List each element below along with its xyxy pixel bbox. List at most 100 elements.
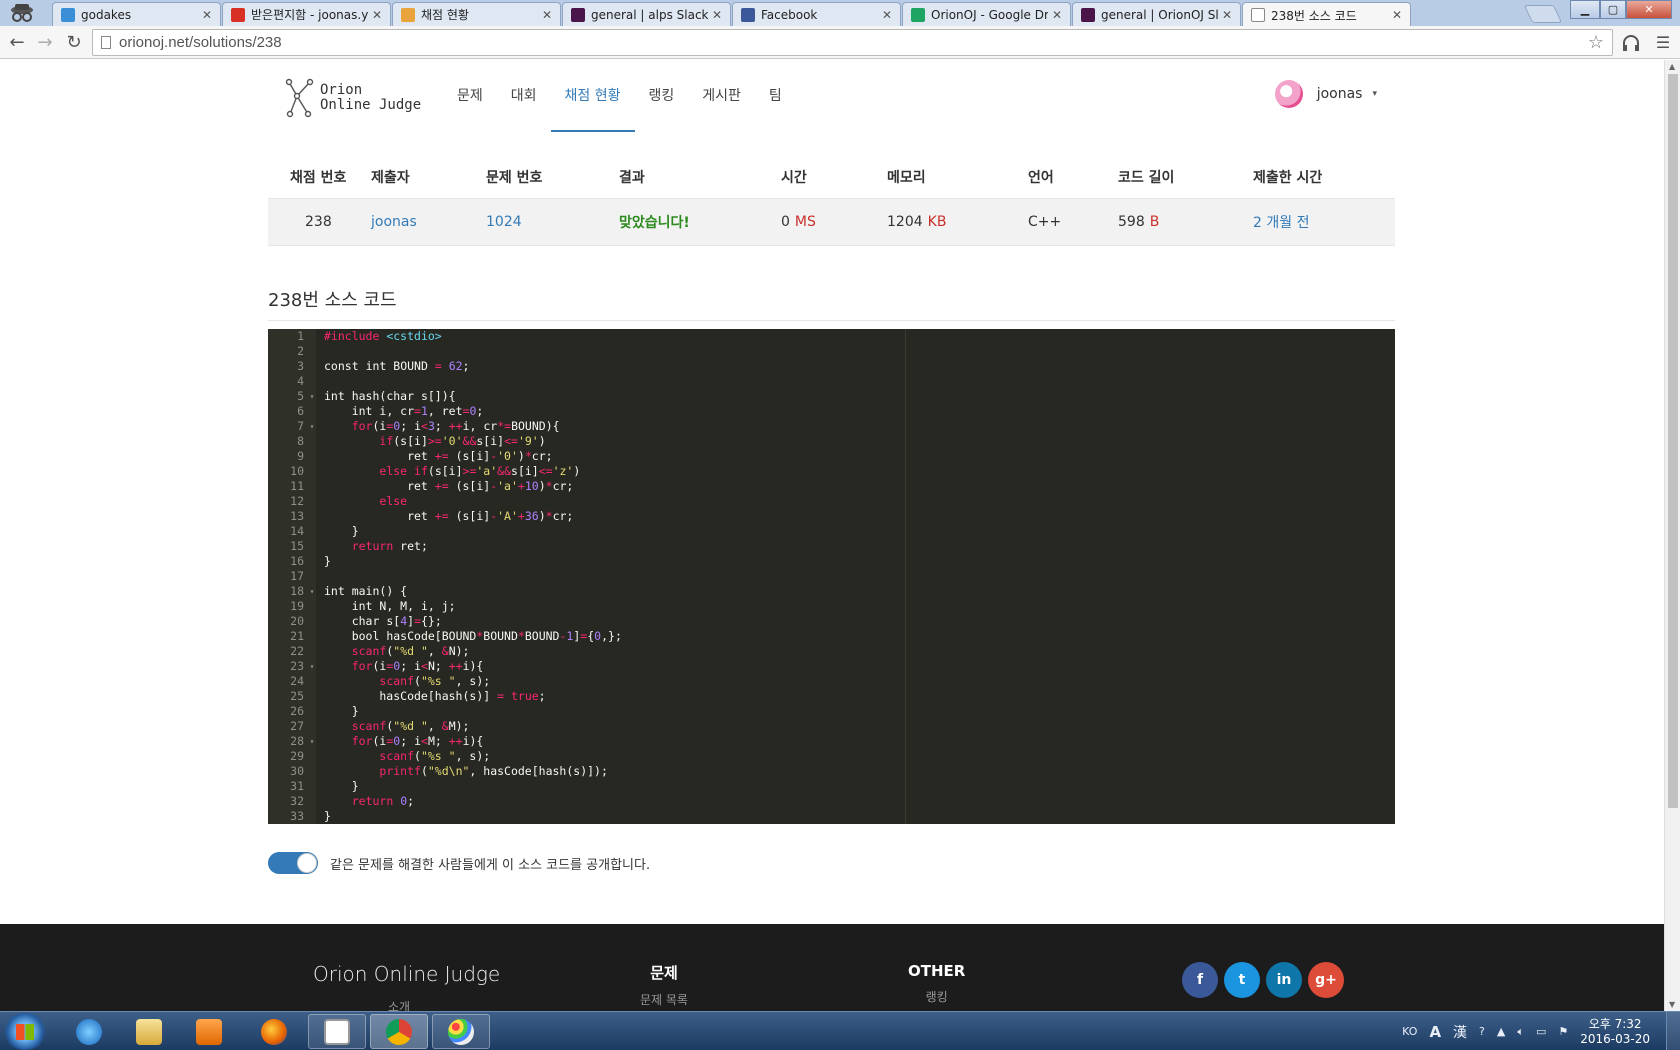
footer-problem-list-link[interactable]: 문제 목록 [640,991,688,1008]
minimize-button[interactable]: ▁ [1570,0,1600,19]
code-text[interactable]: } [320,704,359,719]
taskbar-firefox[interactable] [245,1014,303,1049]
code-line[interactable]: 14 } [268,524,1395,539]
tab-close-icon[interactable]: ✕ [542,8,552,22]
code-line[interactable]: 6 int i, cr=1, ret=0; [268,404,1395,419]
linkedin-icon[interactable]: in [1266,962,1302,998]
browser-tab[interactable]: general | alps Slack ✕ [562,2,731,26]
fold-arrow-icon[interactable]: ▾ [304,584,320,599]
maximize-button[interactable]: ▢ [1600,0,1626,19]
code-text[interactable]: #include <cstdio> [320,329,442,344]
code-line[interactable]: 8 if(s[i]>='0'&&s[i]<='9') [268,434,1395,449]
code-line[interactable]: 23 ▾ for(i=0; i<N; ++i){ [268,659,1395,674]
code-text[interactable]: } [320,554,331,569]
close-window-button[interactable]: ✕ [1626,0,1672,19]
code-text[interactable] [320,374,324,389]
fold-arrow-icon[interactable]: ▾ [304,419,320,434]
nav-item[interactable]: 랭킹 [635,60,689,132]
ime-mode-indicator[interactable]: A [1429,1023,1441,1041]
browser-tab[interactable]: OrionOJ - Google Drive ✕ [902,2,1071,26]
nav-item[interactable]: 팀 [755,60,796,132]
chevron-down-icon[interactable]: ▾ [1372,89,1377,99]
code-text[interactable]: printf("%d\n", hasCode[hash(s)]); [320,764,608,779]
taskbar-paint[interactable] [432,1014,490,1049]
code-line[interactable]: 32 return 0; [268,794,1395,809]
code-line[interactable]: 19 int N, M, i, j; [268,599,1395,614]
cell-user-link[interactable]: joonas [371,214,486,230]
taskbar-chrome[interactable] [370,1014,428,1049]
tab-close-icon[interactable]: ✕ [202,8,212,22]
avatar[interactable] [1274,80,1303,108]
code-editor[interactable]: 1 #include <cstdio> 2 3 const int BOUND = 62… [268,329,1395,824]
volume-icon[interactable]: 🔈︎ [1517,1025,1524,1039]
code-line[interactable]: 9 ret += (s[i]-'0')*cr; [268,449,1395,464]
code-line[interactable]: 15 return ret; [268,539,1395,554]
action-center-flag-icon[interactable]: ⚑ [1558,1025,1568,1038]
code-text[interactable]: } [320,779,359,794]
browser-tab[interactable]: 채점 현황 ✕ [392,2,561,26]
user-menu[interactable]: joonas ▾ [1274,80,1377,108]
toggle-knob[interactable] [297,853,317,873]
browser-tab[interactable]: godakes ✕ [52,2,221,26]
browser-tab[interactable]: general | OrionOJ Slack ✕ [1072,2,1241,26]
tab-close-icon[interactable]: ✕ [1052,8,1062,22]
facebook-icon[interactable]: f [1182,962,1218,998]
code-text[interactable]: hasCode[hash(s)] = true; [320,689,545,704]
menu-icon[interactable]: ☰ [1652,31,1674,53]
headphones-extension-icon[interactable] [1621,33,1641,53]
cell-problem-link[interactable]: 1024 [486,214,619,230]
code-line[interactable]: 26 } [268,704,1395,719]
code-line[interactable]: 29 scanf("%s ", s); [268,749,1395,764]
cell-submitted-time[interactable]: 2 개월 전 [1253,212,1393,232]
code-line[interactable]: 4 [268,374,1395,389]
code-text[interactable]: } [320,809,331,824]
code-line[interactable]: 2 [268,344,1395,359]
taskbar-notepad[interactable] [308,1014,366,1049]
forward-button[interactable]: → [34,31,56,53]
address-bar[interactable]: orionoj.net/solutions/238 ☆ [92,29,1613,56]
code-text[interactable]: return ret; [320,539,428,554]
code-text[interactable]: else if(s[i]>='a'&&s[i]<='z') [320,464,580,479]
code-line[interactable]: 13 ret += (s[i]-'A'+36)*cr; [268,509,1395,524]
show-hidden-icons-chevron-icon[interactable]: ▲ [1497,1025,1505,1038]
code-line[interactable]: 16} [268,554,1395,569]
twitter-icon[interactable]: t [1224,962,1260,998]
code-text[interactable]: scanf("%s ", s); [320,749,490,764]
code-line[interactable]: 27 scanf("%d ", &M); [268,719,1395,734]
language-indicator[interactable]: KO [1402,1025,1417,1038]
code-line[interactable]: 24 scanf("%s ", s); [268,674,1395,689]
tab-close-icon[interactable]: ✕ [372,8,382,22]
code-text[interactable]: } [320,524,359,539]
code-text[interactable]: int hash(char s[]){ [320,389,456,404]
code-text[interactable]: ret += (s[i]-'A'+36)*cr; [320,509,573,524]
taskbar-explorer[interactable] [120,1014,178,1049]
bookmark-star-icon[interactable]: ☆ [1588,32,1604,53]
code-text[interactable]: bool hasCode[BOUND*BOUND*BOUND-1]={0,}; [320,629,622,644]
code-line[interactable]: 3 const int BOUND = 62; [268,359,1395,374]
tab-close-icon[interactable]: ✕ [712,8,722,22]
code-text[interactable]: scanf("%d ", &N); [320,644,470,659]
taskbar-clock[interactable]: 오후 7:32 2016-03-20 [1580,1017,1650,1047]
code-text[interactable]: else [320,494,407,509]
code-text[interactable]: int main() { [320,584,407,599]
tab-close-icon[interactable]: ✕ [1222,8,1232,22]
code-line[interactable]: 18 ▾ int main() { [268,584,1395,599]
public-toggle-switch[interactable] [268,852,318,874]
code-text[interactable]: int N, M, i, j; [320,599,456,614]
page-scrollbar[interactable]: ▲ ▼ [1664,60,1680,1011]
code-text[interactable]: ret += (s[i]-'0')*cr; [320,449,552,464]
show-desktop-button[interactable] [1666,1012,1680,1050]
code-line[interactable]: 7 ▾ for(i=0; i<3; ++i, cr*=BOUND){ [268,419,1395,434]
code-text[interactable]: char s[4]={}; [320,614,442,629]
footer-ranking-link[interactable]: 랭킹 [908,988,965,1005]
browser-tab[interactable]: 받은편지함 - joonas.yoo ✕ [222,2,391,26]
code-text[interactable]: const int BOUND = 62; [320,359,469,374]
network-icon[interactable]: ▭ [1536,1025,1546,1038]
taskbar-ie[interactable] [60,1014,118,1049]
ime-hanja-indicator[interactable]: 漢 [1453,1022,1467,1042]
code-line[interactable]: 1 #include <cstdio> [268,329,1395,344]
browser-tab[interactable]: 238번 소스 코드 ✕ [1242,2,1411,27]
nav-item[interactable]: 게시판 [688,60,755,132]
scrollbar-thumb[interactable] [1668,74,1678,808]
code-text[interactable]: int i, cr=1, ret=0; [320,404,484,419]
